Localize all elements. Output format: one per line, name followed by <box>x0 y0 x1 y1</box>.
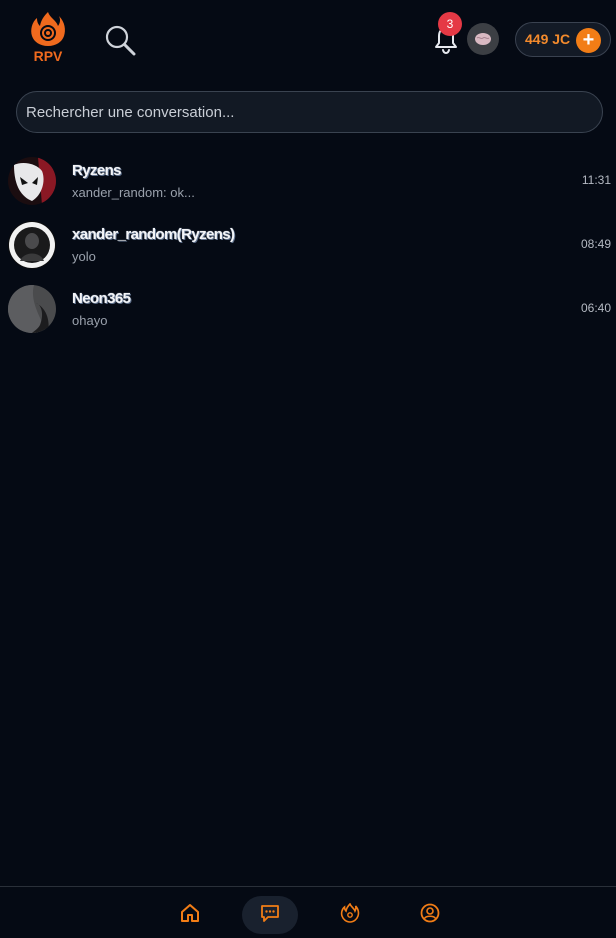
nav-messages[interactable] <box>253 896 287 930</box>
photo-avatar-icon <box>8 285 56 333</box>
conversation-list: Ryzens xander_random: ok... 11:31 xander… <box>0 150 616 342</box>
flame-logo-icon <box>31 12 65 46</box>
logo-text: RPV <box>33 48 63 64</box>
conversation-last-message: yolo <box>72 249 96 264</box>
home-icon <box>181 904 199 922</box>
bottom-navigation <box>0 886 616 938</box>
coins-balance-label: 449 JC <box>525 31 571 47</box>
avatar <box>8 285 56 333</box>
conversation-search-input[interactable] <box>16 91 603 133</box>
app-logo[interactable]: RPV <box>28 10 68 66</box>
avatar <box>8 221 56 269</box>
coins-balance-button[interactable]: 449 JC + <box>515 22 611 57</box>
conversation-name: Neon365 <box>72 290 131 307</box>
user-avatar[interactable] <box>467 23 499 55</box>
conversation-time: 06:40 <box>580 301 611 315</box>
conversation-name: Ryzens <box>72 162 122 179</box>
add-coins-icon[interactable]: + <box>576 28 601 53</box>
profile-icon <box>420 903 440 923</box>
conversation-time: 11:31 <box>581 173 611 187</box>
conversation-time: 08:49 <box>580 237 611 251</box>
nav-profile[interactable] <box>413 896 447 930</box>
photo-avatar-icon <box>8 221 56 269</box>
mask-avatar-icon <box>8 157 56 205</box>
notification-count-badge: 3 <box>438 12 462 36</box>
chat-icon <box>261 905 279 922</box>
avatar <box>8 157 56 205</box>
conversation-item[interactable]: Neon365 ohayo 06:40 <box>0 278 616 342</box>
conversation-last-message: xander_random: ok... <box>72 185 195 200</box>
search-button[interactable] <box>102 22 138 58</box>
nav-rpv[interactable] <box>333 896 367 930</box>
top-header: RPV 3 449 JC + <box>0 0 616 80</box>
flame-icon <box>340 903 360 923</box>
nav-home[interactable] <box>173 896 207 930</box>
conversation-item[interactable]: xander_random(Ryzens) yolo 08:49 <box>0 214 616 278</box>
brain-avatar-icon <box>475 33 491 45</box>
conversation-name: xander_random(Ryzens) <box>72 226 235 243</box>
search-icon <box>105 25 136 56</box>
conversation-last-message: ohayo <box>72 313 108 328</box>
conversation-item[interactable]: Ryzens xander_random: ok... 11:31 <box>0 150 616 214</box>
